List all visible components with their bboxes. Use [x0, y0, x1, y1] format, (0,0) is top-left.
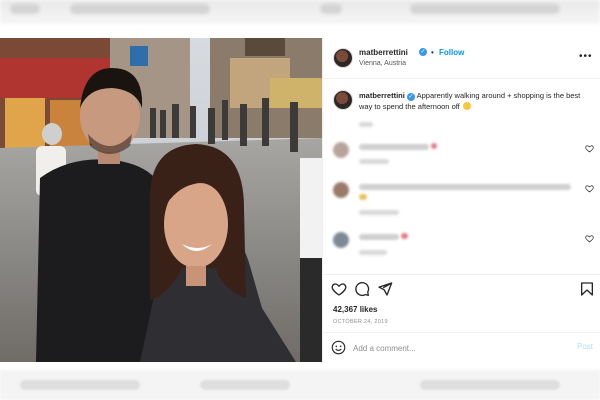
likes-count[interactable]: 42,367 likes	[333, 305, 377, 314]
instagram-post: matberrettini ✓ • Follow Vienna, Austria…	[0, 38, 600, 362]
follow-separator: •	[431, 48, 434, 57]
post-date[interactable]: OCTOBER 24, 2019	[333, 319, 388, 325]
verified-badge-icon: ✓	[419, 48, 427, 56]
emoji-icon[interactable]	[331, 340, 346, 355]
comment-avatar	[333, 232, 349, 248]
heart-icon[interactable]	[331, 281, 347, 297]
caption-avatar[interactable]	[333, 90, 353, 110]
share-icon[interactable]	[377, 281, 393, 297]
comment-heart-icon[interactable]	[585, 234, 594, 243]
blurred-comment-meta	[359, 210, 399, 215]
post-header: matberrettini ✓ • Follow Vienna, Austria…	[323, 38, 600, 79]
comment-composer: Post	[323, 332, 600, 363]
follow-button[interactable]: Follow	[439, 48, 464, 57]
comment-heart-icon[interactable]	[585, 184, 594, 193]
comment-avatar	[333, 142, 349, 158]
blurred-header-strip	[0, 0, 600, 24]
caption-username[interactable]: matberrettini	[359, 91, 405, 100]
bookmark-icon[interactable]	[579, 281, 595, 297]
post-photo[interactable]	[0, 38, 322, 362]
blurred-caption-age	[359, 122, 373, 127]
post-side-panel: matberrettini ✓ • Follow Vienna, Austria…	[322, 38, 600, 362]
blurred-comment-emoji	[359, 194, 367, 200]
avatar[interactable]	[333, 48, 353, 68]
comment-heart-icon[interactable]	[585, 144, 594, 153]
blurred-comment-meta	[359, 159, 389, 164]
blurred-comment	[359, 184, 571, 190]
location-link[interactable]: Vienna, Austria	[359, 60, 406, 67]
street-selfie-image	[0, 38, 322, 362]
blurred-comment-emoji	[431, 143, 437, 149]
blurred-comment	[359, 144, 429, 150]
caption-verified-badge-icon: ✓	[406, 93, 415, 101]
smile-emoji-icon	[462, 102, 471, 110]
comment-input[interactable]	[351, 339, 555, 357]
blurred-footer-strip	[0, 370, 600, 400]
comment-avatar	[333, 182, 349, 198]
more-options-icon[interactable]: •••	[579, 51, 593, 62]
post-comment-button[interactable]: Post	[577, 342, 593, 351]
comment-icon[interactable]	[354, 281, 370, 297]
blurred-comment	[359, 234, 399, 240]
header-username[interactable]: matberrettini	[359, 48, 408, 57]
blurred-comment-emoji	[401, 233, 408, 239]
blurred-comment-meta	[359, 250, 387, 255]
caption: matberrettini ✓ Apparently walking aroun…	[359, 90, 593, 112]
